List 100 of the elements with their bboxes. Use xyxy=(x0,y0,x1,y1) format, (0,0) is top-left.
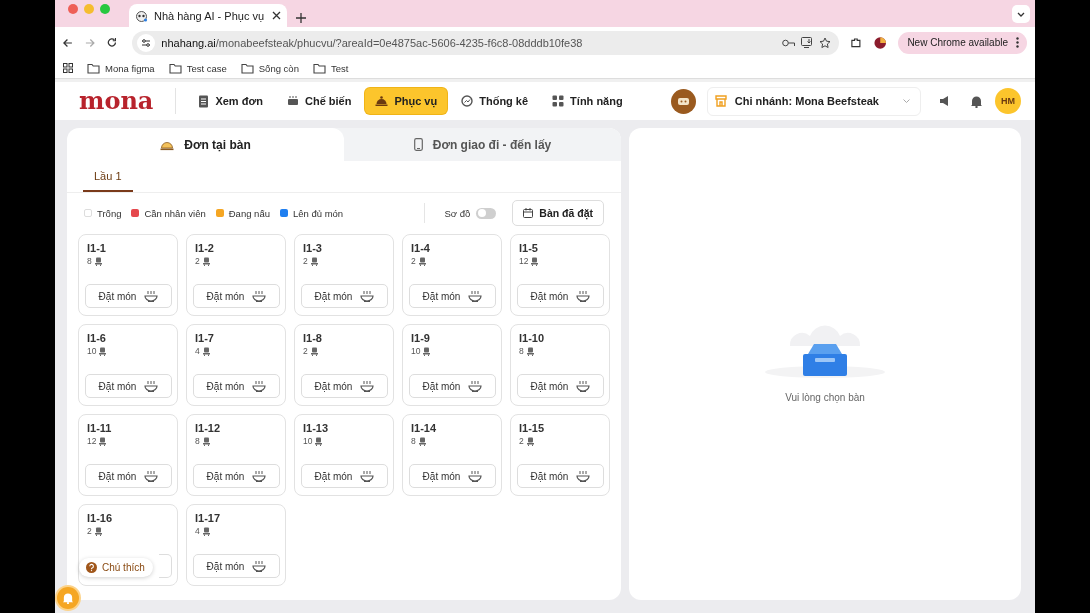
table-name: I1-7 xyxy=(195,332,215,344)
table-name: I1-13 xyxy=(303,422,330,434)
speaker-icon[interactable] xyxy=(939,95,951,107)
user-avatar[interactable]: HM xyxy=(995,88,1021,114)
table-card[interactable]: I1-12 8 Đặt món xyxy=(186,414,286,496)
order-button[interactable]: Đặt món xyxy=(301,464,388,488)
table-name: I1-9 xyxy=(411,332,431,344)
bowl-icon xyxy=(144,470,159,482)
bowl-icon xyxy=(252,380,267,392)
table-card[interactable]: I1-9 10 Đặt món xyxy=(402,324,502,406)
nav-tab[interactable]: Tính năng xyxy=(542,88,633,114)
reserved-tables-button[interactable]: Bàn đã đặt xyxy=(512,200,604,226)
star-icon[interactable] xyxy=(819,36,832,49)
order-tab[interactable]: Đơn giao đi - đến lấy xyxy=(344,128,621,161)
order-button[interactable]: Đặt món xyxy=(517,374,604,398)
bowl-icon xyxy=(360,380,375,392)
seat-icon xyxy=(202,256,210,266)
seat-count: 4 xyxy=(195,346,210,356)
table-card[interactable]: I1-11 12 Đặt món xyxy=(78,414,178,496)
back-icon[interactable] xyxy=(63,37,73,48)
legend-button[interactable]: Chú thích xyxy=(79,558,153,577)
table-card[interactable]: I1-13 10 Đặt món xyxy=(294,414,394,496)
order-tab[interactable]: Đơn tại bàn xyxy=(67,128,344,161)
bowl-icon xyxy=(576,470,591,482)
browser-tab[interactable]: Nhà hàng AI - Phục vụ xyxy=(129,4,287,27)
branch-select[interactable]: Chi nhánh: Mona Beefsteak xyxy=(706,86,921,116)
order-button[interactable]: Đặt món xyxy=(409,284,496,308)
extensions-icon[interactable] xyxy=(851,36,862,49)
new-tab-icon[interactable] xyxy=(296,13,306,23)
tab-search-button[interactable] xyxy=(1012,5,1030,23)
order-button[interactable]: Đặt món xyxy=(409,464,496,488)
table-card[interactable]: I1-5 12 Đặt món xyxy=(510,234,610,316)
floor-tab[interactable]: Lầu 1 xyxy=(83,161,133,192)
apps-icon[interactable] xyxy=(63,63,73,73)
table-card[interactable]: I1-3 2 Đặt món xyxy=(294,234,394,316)
table-card[interactable]: I1-7 4 Đặt món xyxy=(186,324,286,406)
seat-icon xyxy=(315,436,323,446)
address-bar[interactable]: nhahang.ai/monabeefsteak/phucvu/?areaId=0e4875ac-5606-4235-f6c8-08dddb10fe38 xyxy=(132,30,840,55)
order-button[interactable]: Đặt món xyxy=(85,284,172,308)
table-name: I1-14 xyxy=(411,422,438,434)
table-card[interactable]: I1-6 10 Đặt món xyxy=(78,324,178,406)
order-button[interactable]: Đặt món xyxy=(517,284,604,308)
table-name: I1-8 xyxy=(303,332,323,344)
nav-tab[interactable]: Phục vụ xyxy=(365,88,448,114)
folder-icon xyxy=(240,62,254,74)
order-button[interactable]: Đặt món xyxy=(301,284,388,308)
folder-icon xyxy=(312,62,326,74)
table-card[interactable]: I1-15 2 Đặt món xyxy=(510,414,610,496)
bowl-icon xyxy=(144,380,159,392)
table-card[interactable]: I1-2 2 Đặt món xyxy=(186,234,286,316)
nav-tab[interactable]: Chế biến xyxy=(276,88,362,114)
bookmark[interactable]: Mona figma xyxy=(87,62,155,74)
bookmark[interactable]: Test xyxy=(312,62,349,74)
seat-icon xyxy=(99,346,107,356)
seat-icon xyxy=(418,256,426,266)
bowl-icon xyxy=(360,290,375,302)
logo[interactable]: mona xyxy=(79,86,154,116)
seat-icon xyxy=(202,346,210,356)
order-button[interactable]: Đặt món xyxy=(193,554,280,578)
seat-count: 2 xyxy=(195,256,210,266)
bell-icon xyxy=(62,592,74,604)
map-toggle[interactable] xyxy=(476,207,497,219)
more-icon[interactable] xyxy=(1016,37,1019,48)
seat-count: 2 xyxy=(303,256,318,266)
legend-label: Cần nhân viên xyxy=(144,207,206,219)
table-card[interactable]: I1-1 8 Đặt món xyxy=(78,234,178,316)
order-button[interactable]: Đặt món xyxy=(517,464,604,488)
bot-avatar[interactable] xyxy=(670,88,696,114)
reload-icon[interactable] xyxy=(106,37,117,48)
table-card[interactable]: I1-4 2 Đặt món xyxy=(402,234,502,316)
nav-tab[interactable]: Xem đơn xyxy=(188,88,273,114)
order-button[interactable]: Đặt món xyxy=(409,374,496,398)
bookmark[interactable]: Sống còn xyxy=(240,62,299,74)
order-button[interactable]: Đặt món xyxy=(193,464,280,488)
site-settings-icon[interactable] xyxy=(137,33,156,52)
table-name: I1-15 xyxy=(519,422,546,434)
bell-icon[interactable] xyxy=(970,94,983,108)
nav-tab[interactable]: Thống kê xyxy=(451,88,539,114)
seat-icon xyxy=(94,256,102,266)
order-button[interactable]: Đặt món xyxy=(193,284,280,308)
close-icon[interactable] xyxy=(272,11,281,20)
order-button[interactable]: Đặt món xyxy=(85,374,172,398)
seat-count: 8 xyxy=(519,346,534,356)
url-text: nhahang.ai/monabeefsteak/phucvu/?areaId=0e4875ac-5606-4235-f6c8-08dddb10fe38 xyxy=(161,36,583,49)
key-icon[interactable] xyxy=(782,38,796,47)
order-button[interactable]: Đặt món xyxy=(301,374,388,398)
bowl-icon xyxy=(360,470,375,482)
table-card[interactable]: I1-8 2 Đặt món xyxy=(294,324,394,406)
document-icon xyxy=(198,94,210,108)
bowl-icon xyxy=(468,380,483,392)
table-card[interactable]: I1-14 8 Đặt món xyxy=(402,414,502,496)
order-button[interactable]: Đặt món xyxy=(85,464,172,488)
table-card[interactable]: I1-17 4 Đặt món xyxy=(186,504,286,586)
install-icon[interactable] xyxy=(801,37,814,48)
order-button[interactable]: Đặt món xyxy=(193,374,280,398)
profile-icon[interactable] xyxy=(873,35,887,50)
update-button[interactable]: New Chrome available xyxy=(898,31,1027,54)
bookmark[interactable]: Test case xyxy=(168,62,227,74)
table-card[interactable]: I1-10 8 Đặt món xyxy=(510,324,610,406)
bowl-icon xyxy=(468,470,483,482)
